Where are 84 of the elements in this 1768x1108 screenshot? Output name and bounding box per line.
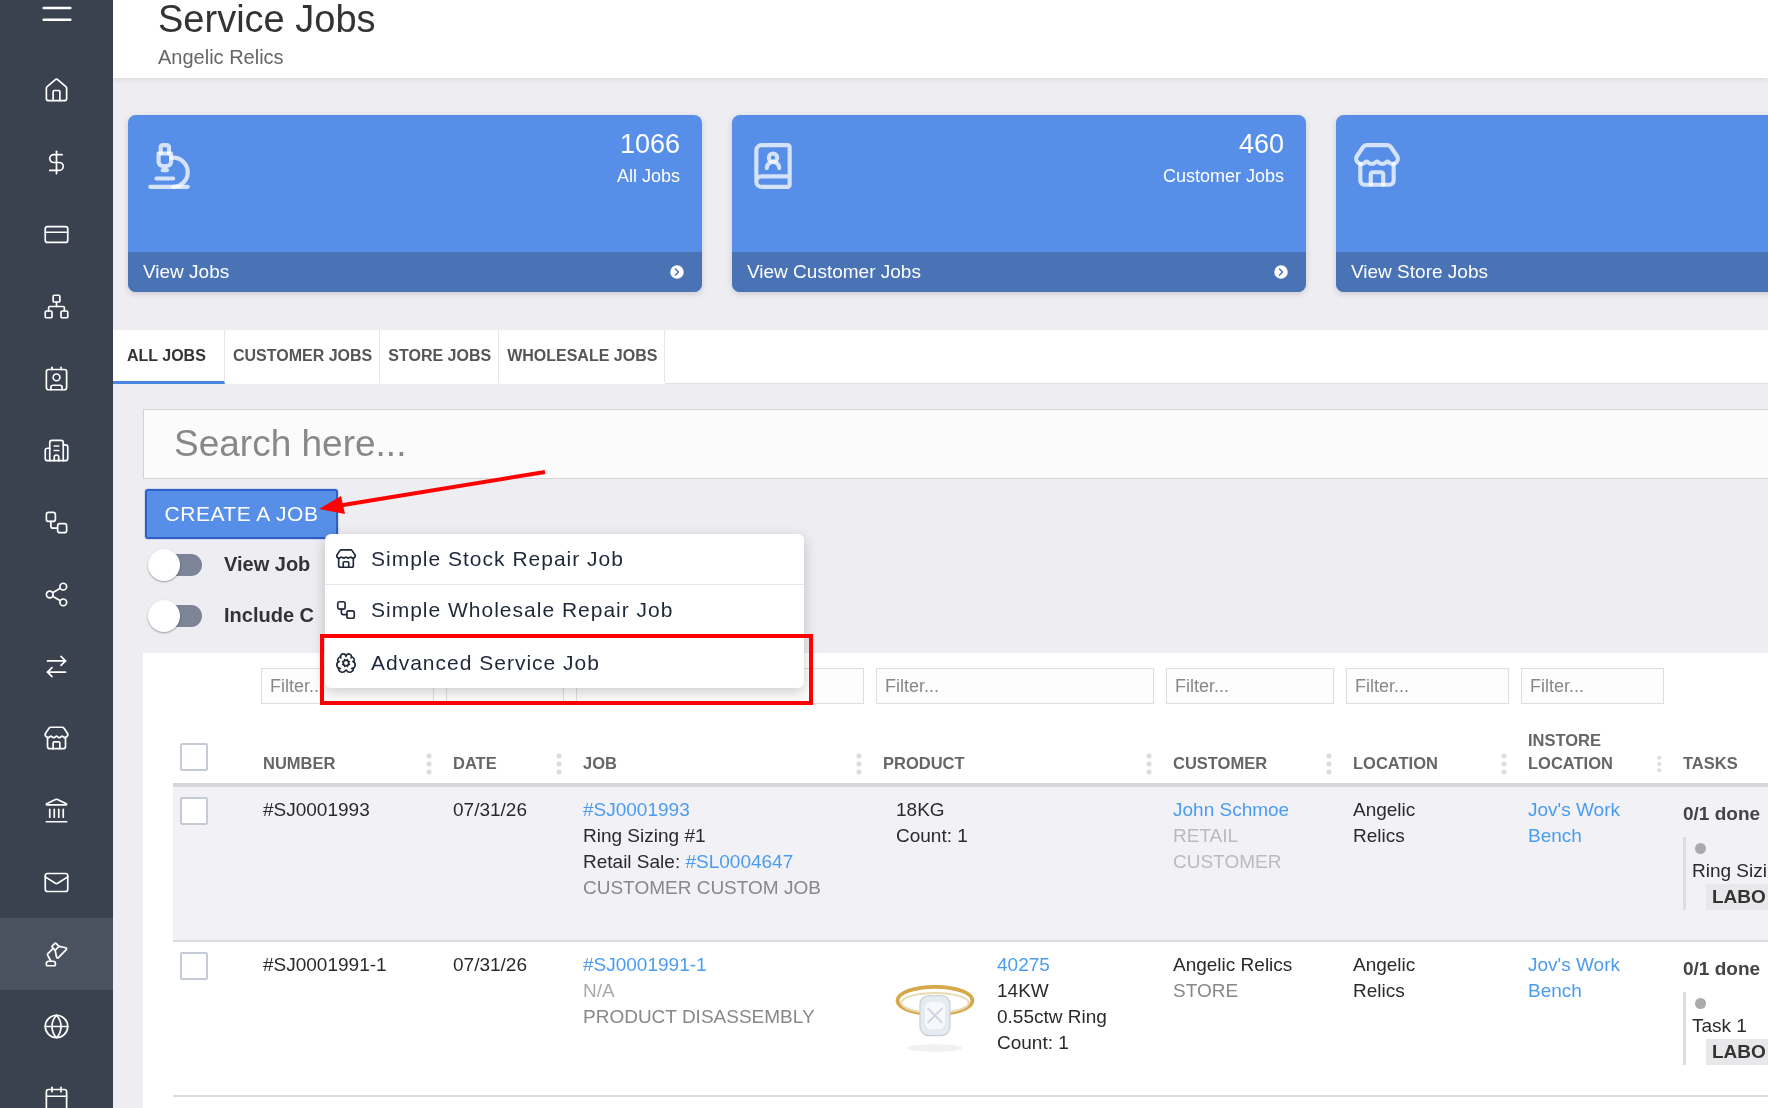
column-header[interactable]: JOB <box>583 752 617 775</box>
task-name: Task 1 <box>1692 1014 1747 1038</box>
calendar-icon <box>43 1084 70 1108</box>
stat-label: Customer Jobs <box>1162 166 1284 187</box>
card-link[interactable]: View Jobs <box>128 252 702 292</box>
table-cell-text: 07/31/26 <box>453 953 527 977</box>
task-name: Ring Sizi <box>1692 859 1767 883</box>
tab[interactable]: STORE JOBS <box>380 330 500 384</box>
task-summary: 0/1 done <box>1683 957 1761 981</box>
column-header[interactable]: NUMBER <box>263 752 336 775</box>
customer-name: Angelic Relics <box>1173 953 1293 977</box>
store-icon <box>43 724 70 752</box>
tab[interactable]: ALL JOBS <box>113 330 225 384</box>
instore-location-link[interactable]: Jov's Work Bench <box>1528 952 1638 1004</box>
desk-lamp-icon <box>43 940 70 968</box>
stat-label: All Jobs <box>616 166 680 187</box>
job-type: CUSTOMER CUSTOM JOB <box>583 876 821 900</box>
card-link[interactable]: View Store Jobs <box>1336 252 1768 292</box>
home-icon <box>43 76 70 104</box>
job-type: PRODUCT DISASSEMBLY <box>583 1005 815 1029</box>
status-dot <box>1695 998 1706 1009</box>
column-header[interactable]: CUSTOMER <box>1173 752 1268 775</box>
drag-handle-icon[interactable] <box>556 753 562 775</box>
location-text: Angelic Relics <box>1353 798 1417 848</box>
contact-card-icon <box>43 364 70 392</box>
create-job-button[interactable]: CREATE A JOB <box>145 489 338 539</box>
toggle-label: Include C <box>224 604 314 627</box>
customer-type: STORE <box>1173 979 1239 1003</box>
checkbox[interactable] <box>180 743 208 771</box>
share-icon <box>43 580 70 608</box>
head-gear-icon <box>335 652 357 674</box>
toggle-switch[interactable] <box>148 548 202 581</box>
product-detail: 14KW <box>997 979 1049 1003</box>
job-name: N/A <box>583 979 615 1003</box>
tab[interactable]: CUSTOMER JOBS <box>225 330 381 384</box>
job-link[interactable]: #SJ0001991-1 <box>583 952 707 978</box>
filter-field[interactable]: Filter... <box>876 668 1154 704</box>
table-cell-text: #SJ0001991-1 <box>263 953 387 977</box>
hierarchy-icon <box>335 598 357 621</box>
filter-field[interactable]: Filter... <box>1521 668 1664 704</box>
drag-handle-icon[interactable] <box>1146 753 1152 775</box>
page-title: Service Jobs <box>158 0 377 38</box>
toggle-label: View Job <box>224 553 311 576</box>
bank-icon <box>43 796 70 824</box>
job-name: Ring Sizing #1 <box>583 824 706 848</box>
card-link[interactable]: View Customer Jobs <box>732 252 1306 292</box>
sale-reference: Retail Sale: #SL0004647 <box>583 850 794 874</box>
column-header[interactable]: PRODUCT <box>883 752 965 775</box>
tab[interactable]: WHOLESALE JOBS <box>499 330 666 384</box>
column-header[interactable]: DATE <box>453 752 497 775</box>
drag-handle-icon[interactable] <box>1326 753 1332 775</box>
status-dot <box>1695 843 1706 854</box>
task-tag: LABO <box>1706 1039 1768 1065</box>
product-detail: 18KG <box>896 798 945 822</box>
product-detail: Count: 1 <box>896 824 968 848</box>
task-tag: LABO <box>1706 884 1768 910</box>
checkbox[interactable] <box>180 952 208 980</box>
globe-icon <box>43 1012 70 1040</box>
column-header[interactable]: INSTORE LOCATION <box>1528 729 1658 775</box>
customer-type: RETAIL CUSTOMER <box>1173 824 1283 874</box>
filter-field[interactable]: Filter... <box>1166 668 1334 704</box>
task-summary: 0/1 done <box>1683 802 1761 826</box>
table-cell-text: 07/31/26 <box>453 798 527 822</box>
drag-handle-icon[interactable] <box>1657 753 1662 775</box>
product-detail: 0.55ctw Ring <box>997 1005 1107 1029</box>
drag-handle-icon[interactable] <box>426 753 432 775</box>
checkbox[interactable] <box>180 797 208 825</box>
network-icon <box>43 292 70 320</box>
toggle-switch[interactable] <box>148 599 202 632</box>
column-header[interactable]: TASKS <box>1683 752 1738 775</box>
column-header[interactable]: LOCATION <box>1353 752 1438 775</box>
search-field[interactable]: Search here... <box>143 409 1768 479</box>
stat-count: 460 <box>1238 129 1284 160</box>
table-cell-text: #SJ0001993 <box>263 798 370 822</box>
stat-count: 1066 <box>619 129 680 160</box>
drag-handle-icon[interactable] <box>856 753 862 775</box>
store-icon <box>335 548 357 570</box>
menu-item[interactable]: Simple Wholesale Repair Job <box>325 584 804 634</box>
drag-handle-icon[interactable] <box>1501 753 1507 775</box>
page-subtitle: Angelic Relics <box>158 46 285 69</box>
menu-item[interactable]: Advanced Service Job <box>325 638 804 688</box>
product-detail: Count: 1 <box>997 1031 1069 1055</box>
filter-field[interactable]: Filter... <box>1346 668 1509 704</box>
location-text: Angelic Relics <box>1353 953 1417 1003</box>
